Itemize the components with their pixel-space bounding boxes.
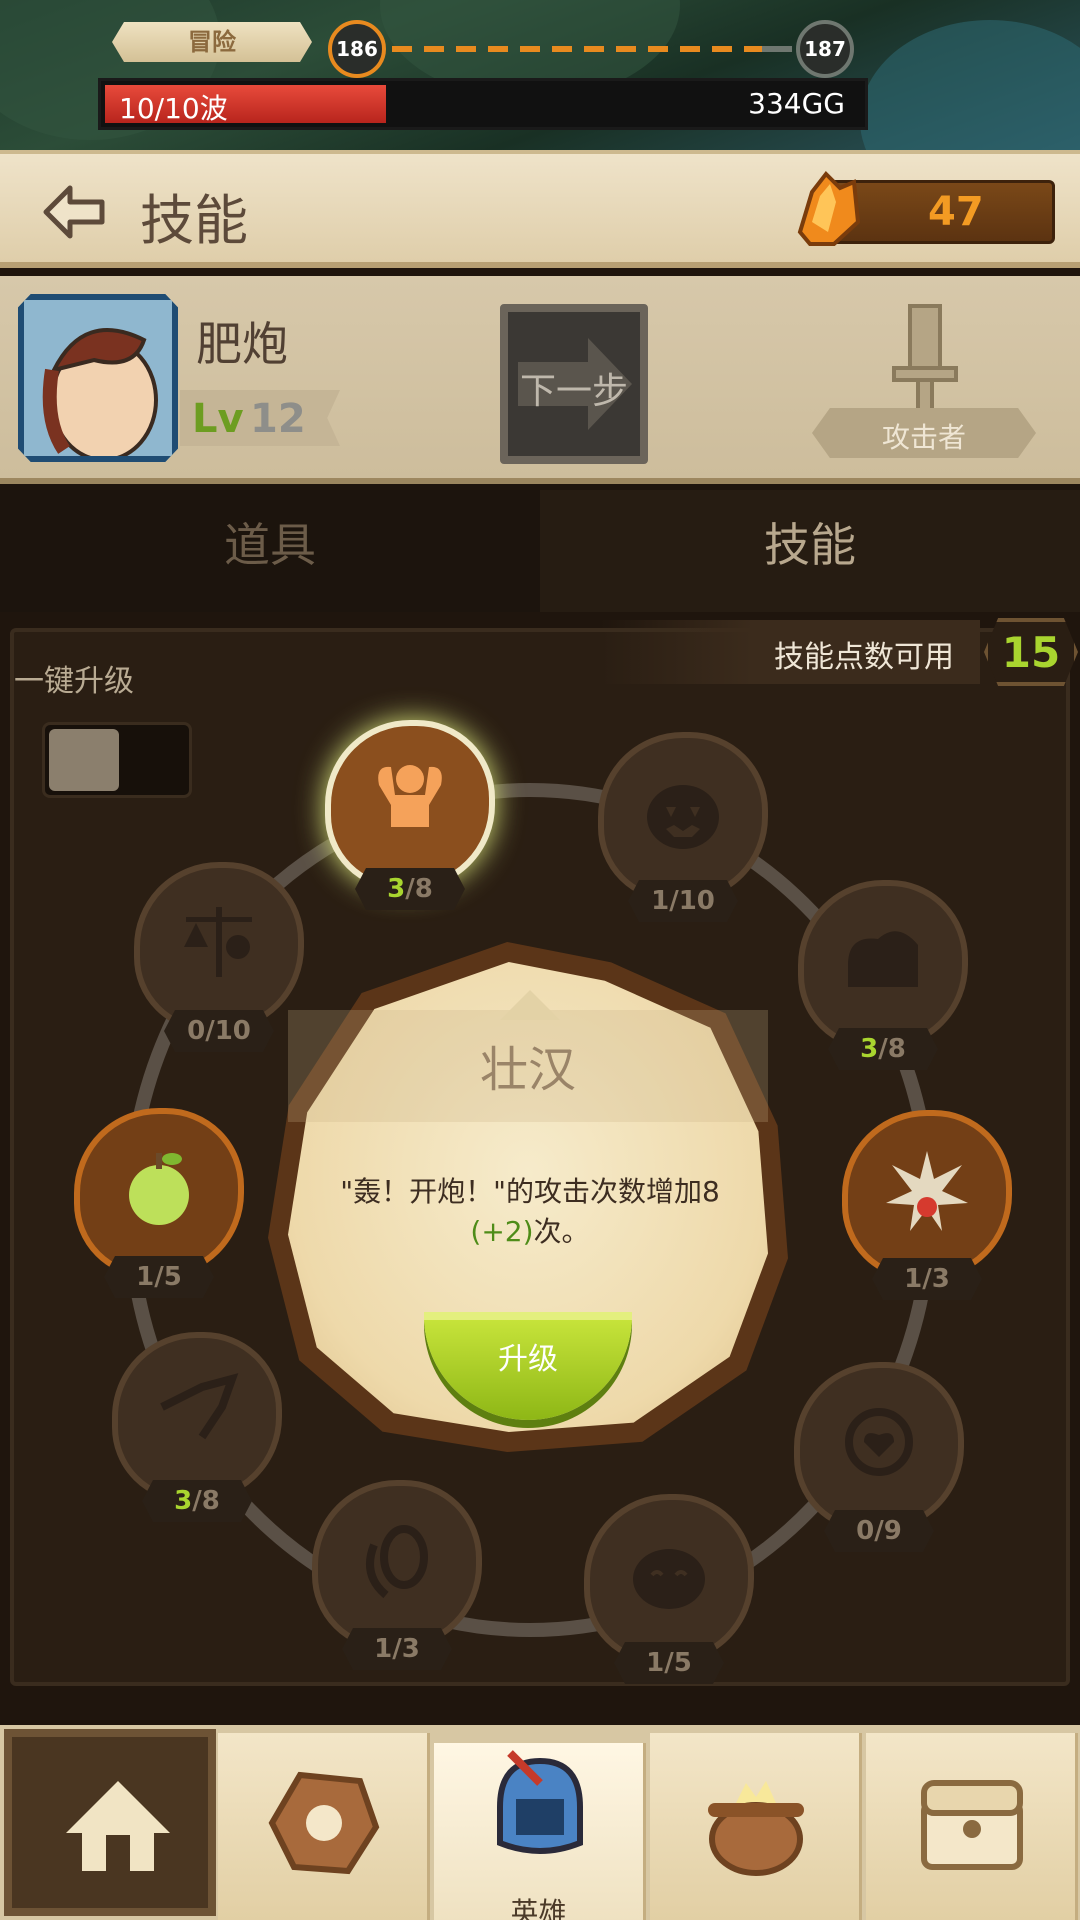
- skill-node-pumpkin[interactable]: 1/10: [598, 732, 768, 922]
- home-icon: [66, 1781, 170, 1871]
- skill-level: 1/5: [104, 1256, 214, 1298]
- skill-points-badge: 15: [984, 618, 1078, 686]
- rune-icon: [268, 1771, 380, 1875]
- skill-points-value: 15: [1001, 628, 1061, 677]
- skill-points-label: 技能点数可用: [774, 640, 954, 675]
- chest-icon: [921, 1780, 1023, 1870]
- broken-arrow-icon: [160, 1373, 239, 1440]
- skill-node-rotate-egg[interactable]: 1/3: [312, 1480, 482, 1670]
- cloud-icon: [848, 931, 918, 987]
- skill-node-heart-target[interactable]: 0/9: [794, 1362, 964, 1552]
- skill-level: 1/3: [872, 1258, 982, 1300]
- skill-description-main: "轰！开炮！"的攻击次数增加8: [340, 1175, 720, 1208]
- skill-bonus: (+2): [470, 1215, 534, 1248]
- skill-description: "轰！开炮！"的攻击次数增加8 (+2)次。: [300, 1172, 760, 1252]
- one-key-upgrade-toggle[interactable]: [42, 722, 192, 798]
- cauldron-icon: [708, 1781, 804, 1876]
- skill-node-explosion[interactable]: 1/3: [842, 1110, 1012, 1300]
- pumpkin-icon: [647, 785, 719, 849]
- skill-name: 壮汉: [479, 1042, 576, 1098]
- skill-node-strongman[interactable]: 3/8: [325, 720, 495, 910]
- skill-node-scales[interactable]: 0/10: [134, 862, 304, 1052]
- skill-level: 3/8: [828, 1028, 938, 1070]
- skill-level: 3/8: [142, 1480, 252, 1522]
- upgrade-label: 升级: [498, 1342, 558, 1377]
- skill-level: 1/5: [614, 1642, 724, 1684]
- skill-description-tail: 次。: [533, 1215, 590, 1248]
- nav-heroes-label: 英雄: [510, 1896, 567, 1920]
- skill-node-apple[interactable]: 1/5: [74, 1108, 244, 1298]
- hero-helmet-icon: [497, 1750, 583, 1854]
- nav-chest[interactable]: [866, 1733, 1078, 1920]
- skill-level: 0/9: [824, 1510, 934, 1552]
- skill-level: 1/3: [342, 1628, 452, 1670]
- bottom-navigation: 英雄: [0, 1725, 1080, 1920]
- strongman-icon: [378, 765, 442, 827]
- skill-level: 0/10: [164, 1010, 274, 1052]
- toggle-knob[interactable]: [49, 729, 119, 791]
- scales-icon: [184, 907, 252, 977]
- popup-pointer-icon: [500, 990, 560, 1020]
- skill-level: 3/8: [355, 868, 465, 910]
- nav-runes[interactable]: [218, 1733, 430, 1920]
- skill-node-happy-face[interactable]: 1/5: [584, 1494, 754, 1684]
- skill-level: 1/10: [628, 880, 738, 922]
- nav-heroes[interactable]: 英雄: [434, 1743, 646, 1920]
- nav-home[interactable]: [4, 1729, 216, 1916]
- skill-node-broken-arrow[interactable]: 3/8: [112, 1332, 282, 1522]
- happy-face-icon: [633, 1549, 705, 1609]
- heart-target-icon: [845, 1408, 913, 1476]
- explosion-icon: [886, 1151, 968, 1231]
- one-key-upgrade-label: 一键升级: [14, 664, 134, 699]
- nav-cauldron[interactable]: [650, 1733, 862, 1920]
- skill-node-cloud[interactable]: 3/8: [798, 880, 968, 1070]
- rotate-egg-icon: [366, 1525, 428, 1599]
- apple-icon: [129, 1153, 189, 1225]
